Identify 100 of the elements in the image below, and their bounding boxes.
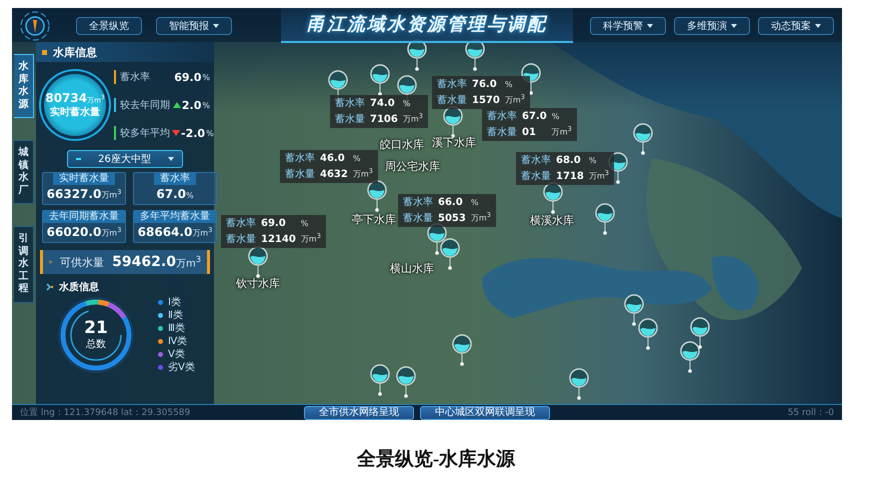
reservoir-label: 横山水库	[390, 262, 434, 275]
stat-value: 69.0	[174, 70, 202, 84]
reservoir-label: 溪下水库	[432, 136, 476, 149]
reservoir-pin-icon[interactable]	[370, 364, 390, 396]
reservoir-pin-icon[interactable]	[633, 123, 653, 155]
coordinates-text: 55 roll：-0	[788, 407, 834, 419]
nav-button[interactable]: 多维预演	[674, 16, 750, 34]
card-unit: 万m$^{3}$	[192, 226, 212, 239]
popup-unit: 万m$^{3}$	[300, 231, 321, 246]
panel-title: 水库信息	[53, 44, 97, 60]
supply-unit: 万m$^{3}$	[176, 254, 201, 270]
legend-label: Ⅴ类	[168, 348, 185, 361]
popup-value: 67.0	[522, 110, 547, 123]
coordinates-text: 位置 lng：121.379648 lat：29.305589	[20, 406, 192, 419]
side-tab[interactable]: 城镇水厂	[14, 140, 34, 204]
trend-down-icon	[172, 130, 180, 136]
stat-unit: %	[206, 128, 214, 138]
legend-label: 劣Ⅴ类	[168, 360, 195, 374]
view-button[interactable]: 全市供水网络呈现	[304, 406, 414, 420]
reservoir-label: 皎口水库	[380, 138, 424, 151]
gauge-label: 实时蓄水量	[50, 105, 100, 119]
legend-label: Ⅱ类	[168, 308, 183, 322]
reservoir-label: 钦寸水库	[236, 277, 280, 290]
total-label: 总数	[86, 338, 106, 350]
card-value: 66020.0	[46, 225, 102, 239]
card-title: 多年平均蓄水量	[134, 211, 216, 223]
reservoir-filter-dropdown[interactable]: 26座大中型	[67, 150, 183, 168]
nav-button[interactable]: 全景纵览	[76, 16, 142, 34]
dashboard-title: 甬江流域水资源管理与调配	[281, 8, 573, 43]
supply-value: 59462.0	[112, 254, 176, 270]
reservoir-pin-icon[interactable]	[680, 341, 700, 373]
total-count: 21	[84, 318, 108, 336]
legend-label: Ⅲ类	[168, 322, 185, 335]
popup-label: 蓄水量	[285, 168, 315, 181]
popup-value: 46.0	[320, 152, 346, 165]
reservoir-label: 横溪水库	[530, 214, 574, 227]
popup-unit: %	[352, 153, 362, 165]
popup-label: 蓄水率	[226, 217, 256, 230]
reservoir-pin-icon[interactable]	[370, 64, 390, 96]
reservoir-pin-icon[interactable]	[624, 294, 644, 326]
popup-value: 1718	[556, 170, 584, 183]
card-title: 蓄水率	[154, 173, 196, 185]
supply-label: 可供水量	[60, 254, 104, 270]
card-value: 67.0	[156, 187, 186, 201]
stat-value: 2.0	[182, 98, 202, 112]
popup-label: 蓄水率	[285, 152, 315, 165]
popup-unit: %	[552, 111, 560, 123]
popup-label: 蓄水率	[521, 154, 551, 167]
popup-label: 蓄水率	[487, 110, 517, 123]
reservoir-pin-icon[interactable]	[452, 334, 472, 366]
reservoir-label: 周公宅水库	[385, 160, 440, 173]
popup-label: 蓄水量	[403, 212, 433, 225]
popup-unit: %	[588, 155, 598, 167]
view-button[interactable]: 中心城区双网联调呈现	[420, 406, 550, 420]
arrow-icon	[46, 283, 54, 291]
reservoir-pin-icon[interactable]	[638, 318, 658, 350]
popup-unit: 万m$^{3}$	[588, 168, 609, 183]
section-title: 水质信息	[59, 280, 99, 294]
popup-unit: %	[470, 197, 480, 209]
reservoir-pin-icon[interactable]	[396, 366, 416, 398]
popup-value: 1570	[472, 94, 500, 107]
reservoir-label: 亭下水库	[352, 213, 396, 226]
dash-icon	[76, 158, 81, 160]
popup-value: 76.0	[472, 78, 498, 91]
card-unit: 万m$^{3}$	[101, 188, 122, 201]
reservoir-pin-icon[interactable]	[595, 203, 615, 235]
nav-button[interactable]: 动态预案	[758, 16, 834, 34]
popup-label: 蓄水量	[437, 94, 467, 107]
popup-unit: 万m$^{3}$	[504, 92, 525, 107]
figure-caption: 全景纵览-水库水源	[356, 449, 516, 470]
popup-label: 蓄水率	[403, 196, 433, 209]
stat-unit: %	[202, 100, 210, 110]
popup-value: 7106	[370, 112, 398, 126]
caret-icon	[168, 157, 174, 161]
card-unit: 万m$^{3}$	[101, 226, 122, 239]
legend-label: Ⅳ类	[168, 334, 188, 348]
popup-value: 5053	[438, 212, 466, 225]
reservoir-pin-icon[interactable]	[440, 238, 460, 270]
popup-label: 蓄水量	[521, 170, 551, 183]
popup-value: 66.0	[438, 196, 464, 209]
compass-icon	[20, 10, 50, 40]
side-tab[interactable]: 水库水源	[14, 54, 34, 118]
gauge-value: 80734	[45, 91, 88, 105]
card-value: 66327.0	[46, 187, 102, 201]
popup-value: 74.0	[370, 97, 396, 110]
popup-unit: 万m$^{3}$	[402, 111, 423, 126]
popup-unit: %	[402, 98, 412, 110]
stat-value: -2.0	[181, 126, 206, 140]
nav-button[interactable]: 智能预报	[156, 16, 232, 34]
card-title: 实时蓄水量	[53, 173, 115, 185]
popup-value: 69.0	[261, 217, 287, 230]
popup-unit: 万m$^{3}$	[552, 124, 572, 139]
arrow-icon	[49, 258, 52, 266]
reservoir-pin-icon[interactable]	[569, 368, 589, 400]
stat-label: 较去年同期	[120, 98, 170, 112]
nav-button[interactable]: 科学预警	[590, 16, 666, 34]
side-tab[interactable]: 引调水工程	[14, 226, 34, 302]
card-title: 去年同期蓄水量	[43, 211, 125, 223]
popup-label: 蓄水量	[335, 112, 365, 126]
popup-value: 68.0	[556, 154, 582, 167]
